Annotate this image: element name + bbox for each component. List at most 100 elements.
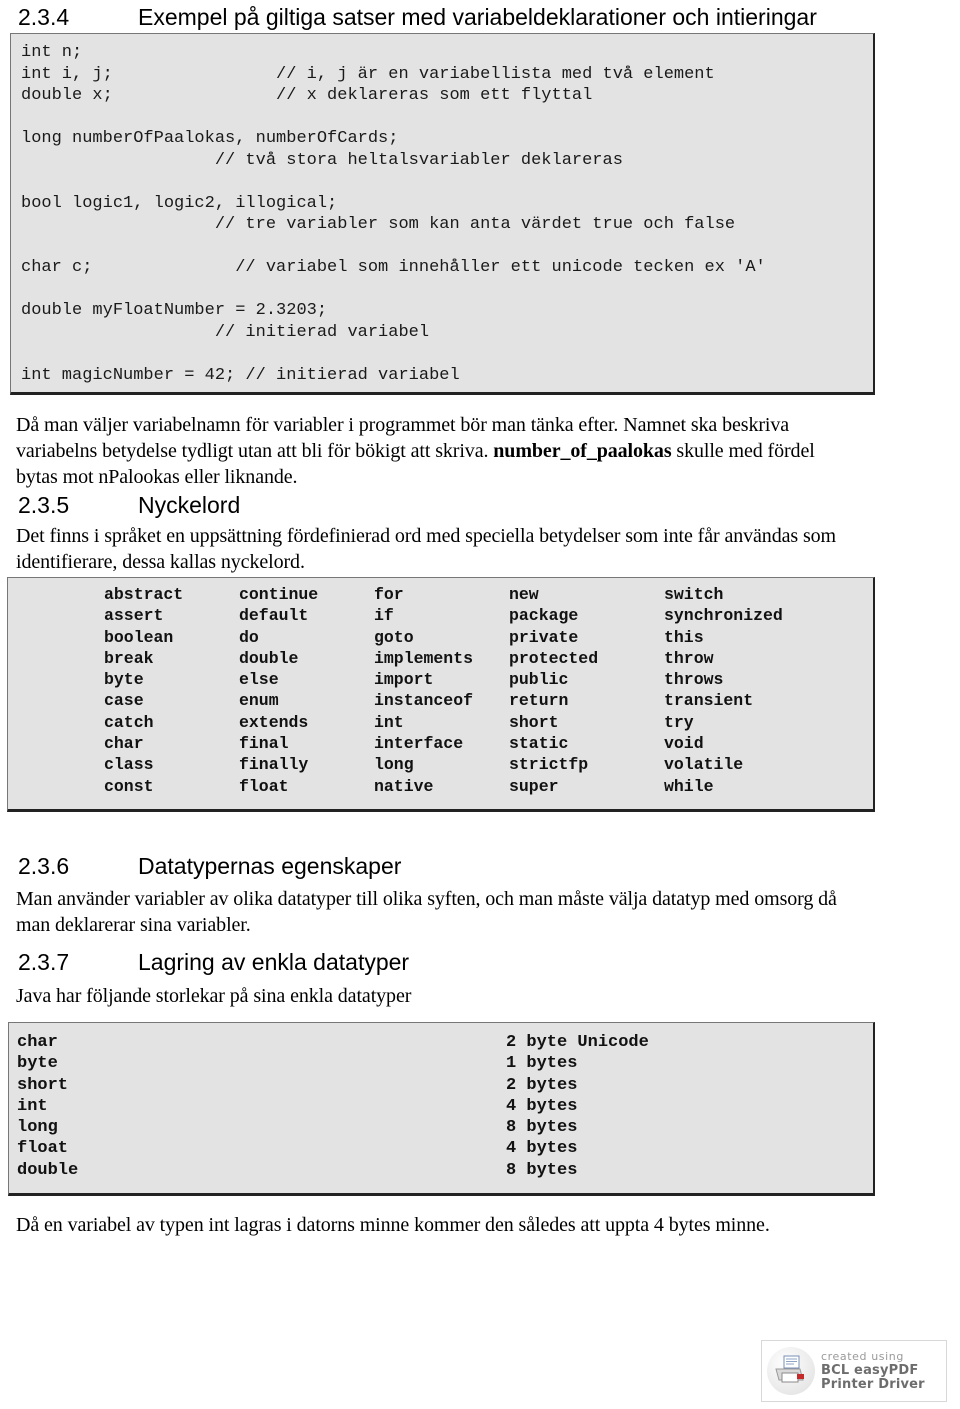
code-line: int n;	[21, 43, 83, 62]
keyword-cell: extends	[239, 712, 309, 732]
datatype-name: short	[17, 1075, 69, 1095]
table-row: short 2 bytes	[9, 1075, 873, 1096]
keyword-cell: volatile	[664, 755, 744, 775]
table-row: double 8 bytes	[9, 1160, 873, 1181]
keyword-cell: if	[374, 606, 394, 626]
heading-2-3-6: 2.3.6 Datatypernas egenskaper	[18, 853, 401, 880]
table-row: catch extends int short try	[8, 712, 873, 733]
keyword-cell: strictfp	[509, 755, 589, 775]
keyword-cell: native	[374, 776, 434, 796]
heading-2-3-5: 2.3.5 Nyckelord	[18, 492, 240, 519]
code-line: char c; // variabel som innehåller ett u…	[21, 258, 766, 277]
code-line: double myFloatNumber = 2.3203;	[21, 301, 328, 320]
datatype-size: 1 bytes	[506, 1054, 578, 1074]
keyword-cell: package	[509, 606, 579, 626]
paragraph-storage-intro: Java har följande storlekar på sina enkl…	[16, 985, 412, 1007]
keyword-cell: interface	[374, 734, 464, 754]
code-line: // två stora heltalsvariabler deklareras	[21, 150, 623, 170]
table-row: char final interface static void	[8, 733, 873, 754]
code-line: int i, j; // i, j är en variabellista me…	[21, 64, 715, 84]
datatype-sizes-table: char 2 byte Unicode byte 1 bytes short 2…	[8, 1022, 875, 1196]
keyword-cell: abstract	[104, 585, 184, 604]
keyword-cell: case	[104, 691, 144, 711]
paragraph-variable-naming: Då man väljer variabelnamn för variabler…	[16, 412, 858, 490]
keyword-cell: const	[104, 776, 154, 796]
keyword-cell: static	[509, 734, 569, 754]
keyword-cell: enum	[239, 691, 279, 711]
datatype-size: 2 byte Unicode	[506, 1033, 649, 1052]
heading-2-3-4: 2.3.4 Exempel på giltiga satser med vari…	[18, 4, 817, 31]
keyword-cell: boolean	[104, 627, 174, 647]
keyword-cell: final	[239, 734, 289, 754]
keyword-cell: default	[239, 606, 309, 626]
datatype-size: 8 bytes	[506, 1160, 578, 1180]
datatype-name: char	[17, 1033, 58, 1052]
table-row: const float native super while	[8, 776, 873, 797]
code-line: double x; // x deklareras som ett flytta…	[21, 86, 593, 105]
code-line: // initierad variabel	[21, 322, 430, 342]
keyword-cell: for	[374, 585, 404, 604]
datatype-name: float	[17, 1139, 69, 1159]
paragraph-datatypes-intro: Man använder variabler av olika datatype…	[16, 888, 837, 936]
keyword-cell: class	[104, 755, 154, 775]
table-row: char 2 byte Unicode	[9, 1032, 873, 1053]
keyword-cell: long	[374, 755, 414, 775]
code-example-block: int n; int i, j; // i, j är en variabell…	[10, 33, 875, 395]
keyword-cell: super	[509, 776, 559, 796]
keyword-cell: synchronized	[664, 606, 783, 626]
keyword-cell: byte	[104, 670, 144, 690]
datatype-name: long	[17, 1118, 58, 1138]
keyword-cell: return	[509, 691, 569, 711]
keyword-cell: implements	[374, 648, 474, 668]
keyword-cell: public	[509, 670, 569, 690]
keyword-cell: int	[374, 712, 404, 732]
heading-2-3-6-number: 2.3.6	[18, 853, 70, 879]
keyword-cell: throws	[664, 670, 724, 690]
keyword-cell: float	[239, 776, 289, 796]
table-row: byte else import public throws	[8, 669, 873, 690]
naming-text-bold: number_of_paalokas	[493, 440, 672, 462]
heading-2-3-4-number: 2.3.4	[18, 4, 70, 30]
keyword-cell: short	[509, 712, 559, 732]
heading-2-3-5-title: Nyckelord	[138, 492, 241, 518]
heading-2-3-7-number: 2.3.7	[18, 949, 70, 975]
datatype-name: double	[17, 1160, 79, 1180]
code-line: // tre variabler som kan anta värdet tru…	[21, 215, 736, 234]
keyword-cell: import	[374, 670, 434, 690]
table-row: class finally long strictfp volatile	[8, 754, 873, 775]
keyword-cell: char	[104, 734, 144, 754]
datatype-size: 2 bytes	[506, 1075, 578, 1095]
table-row: long 8 bytes	[9, 1117, 873, 1138]
keyword-cell: transient	[664, 691, 754, 711]
keyword-cell: this	[664, 627, 704, 647]
logo-line-created-using: created using	[821, 1350, 904, 1363]
heading-2-3-5-number: 2.3.5	[18, 492, 70, 518]
heading-2-3-7: 2.3.7 Lagring av enkla datatyper	[18, 949, 409, 976]
code-line: long numberOfPaalokas, numberOfCards;	[21, 129, 399, 148]
table-row: boolean do goto private this	[8, 627, 873, 648]
document-page: 2.3.4 Exempel på giltiga satser med vari…	[0, 0, 960, 1409]
heading-2-3-6-title: Datatypernas egenskaper	[138, 853, 402, 879]
keyword-cell: new	[509, 585, 539, 604]
keyword-cell: finally	[239, 755, 309, 775]
keywords-table: abstract continue for new switch assert …	[7, 577, 875, 812]
datatype-size: 8 bytes	[506, 1118, 578, 1138]
keyword-cell: void	[664, 734, 704, 754]
keyword-cell: else	[239, 670, 279, 690]
keyword-cell: private	[509, 627, 579, 647]
logo-text-group: created using BCL easyPDF Printer Driver	[821, 1350, 925, 1392]
keyword-cell: break	[104, 648, 154, 668]
datatype-size: 4 bytes	[506, 1139, 578, 1159]
keyword-cell: goto	[374, 627, 414, 647]
table-row: assert default if package synchronized	[8, 605, 873, 626]
heading-2-3-4-title: Exempel på giltiga satser med variabelde…	[138, 4, 817, 30]
paragraph-keywords-intro: Det finns i språket en uppsättning förde…	[16, 525, 837, 573]
datatype-name: byte	[17, 1054, 58, 1074]
keyword-cell: double	[239, 648, 299, 668]
keyword-cell: try	[664, 712, 694, 732]
keyword-cell: assert	[104, 606, 164, 626]
datatype-name: int	[17, 1096, 48, 1116]
